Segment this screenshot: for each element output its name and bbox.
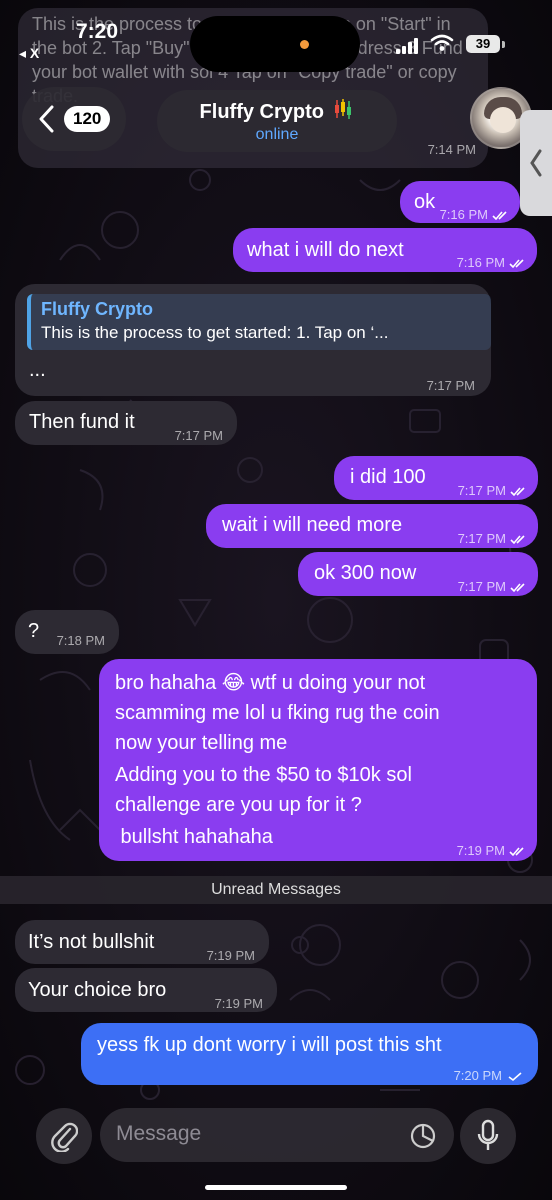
message-time: 7:17 PM (457, 483, 506, 498)
message-bubble-incoming[interactable]: ? 7:18 PM (15, 610, 119, 654)
message-bubble-outgoing[interactable]: bro hahaha 😂 wtf u doing your not scammi… (99, 659, 537, 861)
chat-header: 120 Fluffy Crypto online (0, 82, 552, 162)
message-bubble-outgoing[interactable]: i did 100 7:17 PM (334, 456, 538, 500)
contact-title[interactable]: Fluffy Crypto online (157, 90, 397, 152)
message-bubble-outgoing[interactable]: what i will do next 7:16 PM (233, 228, 537, 272)
message-bubble-outgoing[interactable]: yess fk up dont worry i will post this s… (81, 1023, 538, 1085)
message-text-line: bullsht hahahaha (115, 826, 273, 848)
unread-count-badge: 120 (64, 106, 111, 132)
message-time: 7:17 PM (426, 378, 475, 393)
status-bar: 7:20 ◂ X 39 (0, 0, 552, 72)
message-meta: 7:16 PM (440, 201, 510, 229)
message-text-line: challenge are you up for it ? (115, 794, 362, 816)
message-meta: 7:19 PM (457, 837, 527, 865)
message-time: 7:19 PM (214, 996, 263, 1011)
message-bubble-incoming[interactable]: Your choice bro 7:19 PM (15, 968, 277, 1012)
message-text-line: now your telling me (115, 732, 288, 754)
contact-status: online (255, 126, 299, 143)
back-to-app-link[interactable]: ◂ X (19, 45, 39, 62)
battery-nub (502, 41, 505, 48)
message-text: Then fund it (29, 411, 135, 433)
message-text: Your choice bro (28, 979, 167, 1001)
message-text: ok 300 now (314, 562, 417, 584)
double-check-icon (510, 534, 525, 544)
home-indicator[interactable] (205, 1185, 347, 1190)
message-text: yess fk up dont worry i will post this s… (97, 1034, 442, 1056)
message-text: It’s not bullshit (28, 931, 155, 953)
double-check-icon (509, 846, 524, 856)
message-bubble-incoming[interactable]: Fluffy Crypto This is the process to get… (15, 284, 491, 396)
wifi-icon (430, 34, 454, 51)
message-time: 7:18 PM (56, 633, 105, 648)
message-bubble-outgoing[interactable]: wait i will need more 7:17 PM (206, 504, 538, 548)
reply-quote[interactable]: Fluffy Crypto This is the process to get… (27, 294, 491, 350)
message-meta: 7:20 PM (454, 1062, 524, 1090)
message-text: what i will do next (247, 239, 404, 261)
message-meta: 7:17 PM (458, 477, 528, 505)
unread-messages-divider: Unread Messages (0, 876, 552, 904)
message-bubble-outgoing[interactable]: ok 7:16 PM (400, 181, 520, 223)
side-panel-handle[interactable] (520, 110, 552, 216)
message-bubble-outgoing[interactable]: ok 300 now 7:17 PM (298, 552, 538, 596)
chevron-left-icon (39, 105, 54, 133)
message-text: ok (414, 191, 436, 213)
avatar-face (490, 107, 516, 133)
message-text-line: scamming me lol u fking rug the coin (115, 702, 440, 724)
double-check-icon (509, 258, 524, 268)
message-placeholder: Message (116, 1122, 202, 1145)
paperclip-icon (51, 1122, 78, 1152)
message-text: i did 100 (350, 466, 426, 488)
microphone-icon (477, 1119, 499, 1150)
message-bubble-incoming[interactable]: Then fund it 7:17 PM (15, 401, 237, 445)
message-time: 7:19 PM (456, 843, 505, 858)
message-bubble-incoming[interactable]: It’s not bullshit 7:19 PM (15, 920, 269, 964)
double-check-icon (510, 486, 525, 496)
message-text: wait i will need more (222, 514, 403, 536)
attach-button[interactable] (36, 1108, 92, 1164)
message-meta: 7:17 PM (458, 525, 528, 553)
chevron-left-icon (530, 149, 542, 177)
sticker-icon[interactable] (410, 1123, 436, 1149)
voice-record-button[interactable] (460, 1108, 516, 1164)
dynamic-island (190, 16, 360, 72)
message-time: 7:20 PM (453, 1068, 502, 1083)
battery-icon: 39 (466, 35, 500, 53)
message-time: 7:17 PM (457, 531, 506, 546)
message-time: 7:17 PM (457, 579, 506, 594)
message-input-bar: Message (0, 1100, 552, 1170)
message-time: 7:16 PM (439, 207, 488, 222)
message-text: ... (29, 359, 46, 381)
message-meta: 7:16 PM (457, 249, 527, 277)
camera-indicator-dot (300, 40, 309, 49)
double-check-icon (492, 210, 507, 220)
status-time: 7:20 (76, 20, 119, 43)
reply-preview-text: This is the process to get started: 1. T… (41, 323, 389, 342)
message-text-line: Adding you to the $50 to $10k sol (115, 764, 412, 786)
message-time: 7:19 PM (206, 948, 255, 963)
double-check-icon (510, 582, 525, 592)
message-text: ? (28, 620, 40, 642)
check-icon (508, 1071, 522, 1081)
message-time: 7:17 PM (174, 428, 223, 443)
message-input[interactable]: Message (100, 1108, 454, 1162)
back-button[interactable]: 120 (22, 87, 126, 151)
message-text-line: bro hahaha 😂 wtf u doing your not (115, 672, 426, 694)
contact-name: Fluffy Crypto (199, 101, 324, 123)
message-meta: 7:17 PM (458, 573, 528, 601)
cellular-signal-icon (396, 38, 418, 54)
unread-label: Unread Messages (211, 881, 341, 898)
reply-sender-name: Fluffy Crypto (41, 299, 153, 319)
message-time: 7:16 PM (456, 255, 505, 270)
candlestick-chart-icon (335, 99, 352, 119)
